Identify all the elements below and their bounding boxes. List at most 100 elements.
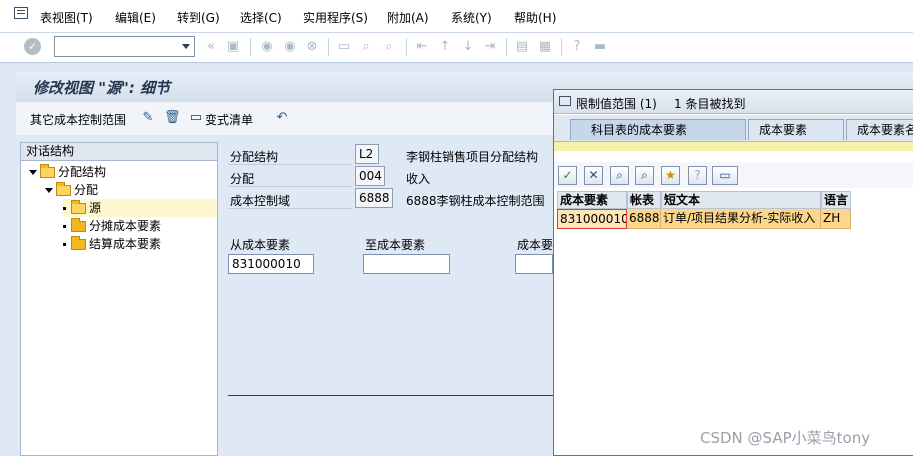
tree-item-source[interactable]: 源 [63,199,217,217]
bullet-icon [63,243,66,246]
toolbar-separator [506,38,507,56]
menu-edit[interactable]: 编辑(E) [115,9,156,26]
from-cost-element-input[interactable]: 831000010 [228,254,314,274]
search-help-tabs: 科目表的成本要素 成本要素 成本要素名 [554,115,913,141]
tree-item-assessment-cost-elements[interactable]: 分摊成本要素 [63,217,161,235]
controlling-area-field: 6888 [355,188,393,208]
save-icon[interactable]: ▣ [225,39,241,55]
menu-table-view[interactable]: 表视图(T) [40,9,93,26]
expand-triangle-icon[interactable] [29,170,37,175]
alloc-structure-label: 分配结构 [230,150,279,164]
toolbar-separator [250,38,251,56]
first-page-icon[interactable]: ⇤ [414,39,430,55]
find-icon[interactable]: ⌕ [358,39,374,55]
change-list-button[interactable]: 变式清单 [205,111,253,128]
watermark: CSDN @SAP小菜鸟tony [700,429,871,447]
column-header-short-text[interactable]: 短文本 [661,191,821,209]
controlling-area-label: 成本控制域 [230,194,291,208]
toolbar-separator [406,38,407,56]
command-field[interactable] [54,36,195,57]
tree-item-allocation-structure[interactable]: 分配结构 [29,163,106,181]
dialog-title: 限制值范围 (1) [576,97,657,111]
tree-item-settlement-cost-elements[interactable]: 结算成本要素 [63,235,161,253]
folder-open-icon [40,164,55,178]
delete-icon[interactable]: 🗑 [164,110,181,126]
print-icon[interactable]: ▭ [712,166,738,185]
to-cost-element-label: 至成本要素 [365,238,426,252]
value-help-dialog: 限制值范围 (1) 1 条目被找到 科目表的成本要素 成本要素 成本要素名 ✓ … [553,89,913,456]
column-header-chart[interactable]: 帐表 [627,191,661,209]
binoculars-icon[interactable]: ⌕ [635,166,654,185]
undo-icon[interactable]: ↶ [274,110,290,126]
menu-selection[interactable]: 选择(C) [240,9,282,26]
dialog-toolbar: ✓ ✕ ⌕ ⌕ ★ ? ▭ [554,162,913,188]
other-controlling-area-button[interactable]: 其它成本控制范围 [30,111,126,128]
shortcut-icon[interactable]: ▦ [537,39,553,55]
cell-chart[interactable]: 6888 [627,209,661,229]
dialog-structure-tree: 对话结构 分配结构 分配 源 分摊成本要素 结算成本要素 [20,142,218,456]
column-header-language[interactable]: 语言 [821,191,851,209]
divider [228,395,553,396]
cost-element-group-input[interactable] [515,254,553,274]
page-title: 修改视图 "源": 细节 [33,79,171,97]
next-page-icon[interactable]: ↓ [460,39,476,55]
tab-cost-element-name[interactable]: 成本要素名 [846,119,913,140]
hit-count: 1 条目被找到 [674,97,746,111]
window-icon [559,96,571,106]
bullet-icon [63,207,66,210]
cell-cost-element[interactable]: 831000010 [557,209,627,229]
cell-short-text[interactable]: 订单/项目结果分析-实际收入 [661,209,821,229]
enter-icon[interactable]: ✓ [24,38,41,55]
cancel-icon[interactable]: ⊗ [304,39,320,55]
from-cost-element-label: 从成本要素 [230,238,291,252]
menu-help[interactable]: 帮助(H) [514,9,556,26]
folder-open-icon [71,200,86,214]
toolbar-separator [561,38,562,56]
alloc-structure-desc: 李钢柱销售项目分配结构 [406,150,539,164]
info-icon[interactable]: ? [688,166,707,185]
chevron-down-icon[interactable] [182,44,190,49]
to-cost-element-input[interactable] [363,254,450,274]
dialog-title-bar[interactable]: 限制值范围 (1) 1 条目被找到 [554,90,913,114]
favorite-add-icon[interactable]: ★ [661,166,680,185]
menu-goto[interactable]: 转到(G) [177,9,220,26]
menu-system[interactable]: 系统(Y) [451,9,492,26]
tree-header: 对话结构 [21,143,217,161]
allocation-label: 分配 [230,172,255,186]
edit-icon[interactable]: ✎ [140,110,156,126]
toolbar-separator [328,38,329,56]
last-page-icon[interactable]: ⇥ [482,39,498,55]
cost-element-group-label: 成本要 [517,238,554,252]
window-menu-icon[interactable] [14,7,28,19]
allocation-desc: 收入 [406,172,431,186]
search-icon[interactable]: ⌕ [610,166,629,185]
folder-icon [71,236,86,250]
folder-open-icon [56,182,71,196]
new-session-icon[interactable]: ▤ [514,39,530,55]
back-icon[interactable]: ◉ [259,39,275,55]
allocation-field: 004 [355,166,385,186]
menu-extras[interactable]: 附加(A) [387,9,429,26]
menu-utilities[interactable]: 实用程序(S) [303,9,368,26]
tab-chart-cost-elements[interactable]: 科目表的成本要素 [570,119,746,140]
help-icon[interactable]: ? [569,39,585,55]
accept-icon[interactable]: ✓ [558,166,577,185]
print-list-icon[interactable]: ▭ [188,110,204,126]
tab-content-strip [554,141,913,151]
tab-cost-elements[interactable]: 成本要素 [748,119,844,140]
back-arrows-icon: « [207,39,215,54]
column-header-cost-element[interactable]: 成本要素 [557,191,627,209]
folder-icon [71,218,86,232]
close-icon[interactable]: ✕ [584,166,603,185]
exit-icon[interactable]: ◉ [282,39,298,55]
bullet-icon [63,225,66,228]
print-icon[interactable]: ▭ [336,39,352,55]
alloc-structure-field: L2 [355,144,379,164]
find-next-icon[interactable]: ⌕ [381,39,397,55]
previous-page-icon[interactable]: ↑ [437,39,453,55]
layout-menu-icon[interactable]: ▬ [592,39,608,55]
tree-item-allocation[interactable]: 分配 [45,181,98,199]
menu-bar: 表视图(T) 编辑(E) 转到(G) 选择(C) 实用程序(S) 附加(A) 系… [0,0,913,33]
cell-language[interactable]: ZH [821,209,851,229]
expand-triangle-icon[interactable] [45,188,53,193]
